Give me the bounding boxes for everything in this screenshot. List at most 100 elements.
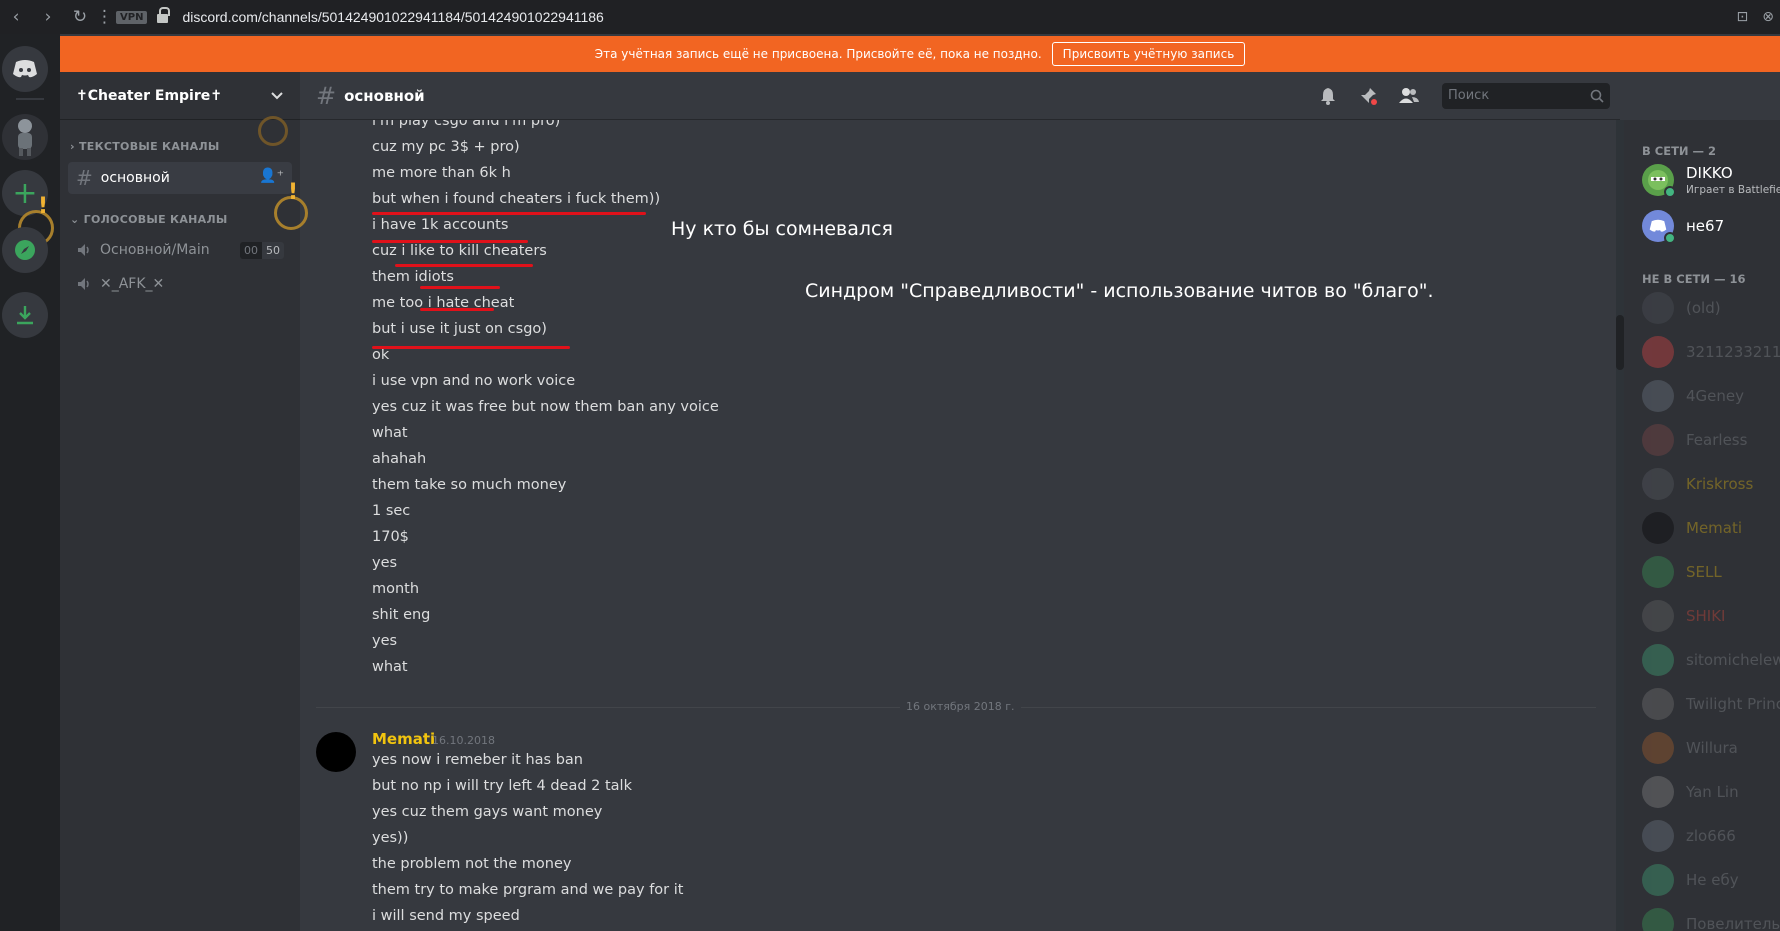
- pin-icon[interactable]: [1358, 86, 1378, 106]
- exclamation-icon: !: [288, 180, 299, 205]
- scrollbar-track[interactable]: [1616, 120, 1624, 931]
- channel-header: # основной Поиск: [300, 72, 1620, 120]
- message-line: yes)): [372, 830, 409, 846]
- member-offline[interactable]: Повелитель: [1642, 904, 1780, 931]
- exclamation-icon: !: [38, 194, 49, 219]
- message-line: yes: [372, 633, 398, 649]
- discord-home-icon[interactable]: [2, 46, 48, 92]
- message-line: what: [372, 659, 408, 675]
- voice-channels-category[interactable]: ⌄ ГОЛОСОВЫЕ КАНАЛЫ: [64, 213, 228, 226]
- banner-text: Эта учётная запись ещё не присвоена. При…: [594, 47, 1042, 61]
- camera-icon[interactable]: ⊡: [1737, 9, 1749, 25]
- scrollbar-thumb[interactable]: [1616, 315, 1624, 370]
- member-ne67[interactable]: не67: [1642, 206, 1780, 246]
- server-header[interactable]: ✝Cheater Empire✝: [60, 72, 300, 120]
- member-list-icon[interactable]: [1398, 86, 1420, 106]
- server-name: ✝Cheater Empire✝: [76, 87, 222, 104]
- member-offline[interactable]: SELL: [1642, 552, 1780, 592]
- download-apps-icon[interactable]: [2, 292, 48, 338]
- hash-icon: #: [76, 166, 93, 190]
- member-name: Fearless: [1686, 431, 1748, 449]
- message-line: them take so much money: [372, 477, 567, 493]
- invite-icon[interactable]: 👤⁺: [259, 168, 284, 184]
- avatar: [1642, 164, 1676, 198]
- member-name: Yan Lin: [1686, 783, 1739, 801]
- message-line: ok: [372, 347, 390, 363]
- message-line: but no np i will try left 4 dead 2 talk: [372, 778, 632, 794]
- message-line: month: [372, 581, 420, 597]
- message-line: cuz i like to kill cheaters: [372, 243, 547, 259]
- close-tab-icon[interactable]: ⊗: [1762, 9, 1774, 25]
- member-offline[interactable]: (old): [1642, 288, 1780, 328]
- message-author[interactable]: Memati: [372, 730, 435, 748]
- member-offline[interactable]: Memati: [1642, 508, 1780, 548]
- lock-icon[interactable]: [157, 7, 171, 23]
- member-name: Twilight Princ: [1686, 695, 1780, 713]
- member-offline[interactable]: sitomichelewe: [1642, 640, 1780, 680]
- message-line: 1 sec: [372, 503, 411, 519]
- channel-osnovnoy[interactable]: # основной 👤⁺: [68, 162, 292, 194]
- voice-channel-main[interactable]: Основной/Main 00 50: [68, 234, 292, 266]
- avatar[interactable]: [316, 732, 356, 772]
- bell-icon[interactable]: [1318, 86, 1338, 106]
- message-line: what: [372, 425, 408, 441]
- message-line: i will send my speed: [372, 908, 520, 924]
- member-offline[interactable]: Yan Lin: [1642, 772, 1780, 812]
- more-icon[interactable]: ⋮: [96, 7, 113, 27]
- member-name: Willura: [1686, 739, 1738, 757]
- member-offline[interactable]: Willura: [1642, 728, 1780, 768]
- vpn-badge[interactable]: VPN: [116, 10, 148, 24]
- avatar: [1642, 732, 1674, 764]
- member-offline[interactable]: Kriskross: [1642, 464, 1780, 504]
- message-line: yes cuz them gays want money: [372, 804, 603, 820]
- member-name: SHIKI: [1686, 607, 1726, 625]
- red-underline: [395, 264, 533, 267]
- member-name: Повелитель: [1686, 915, 1780, 931]
- member-offline[interactable]: Не ебу: [1642, 860, 1780, 900]
- annotation-text: Синдром "Справедливости" - использование…: [805, 280, 1434, 302]
- member-name: не67: [1686, 217, 1725, 235]
- member-offline[interactable]: Fearless: [1642, 420, 1780, 460]
- forward-icon[interactable]: ›: [32, 7, 64, 27]
- member-name: 321123321123: [1686, 343, 1780, 361]
- rail-separator: [16, 98, 44, 100]
- search-input[interactable]: Поиск: [1442, 83, 1610, 109]
- server-avatar-icon[interactable]: [2, 114, 48, 160]
- explore-servers-icon[interactable]: [2, 227, 48, 273]
- avatar: [1642, 820, 1674, 852]
- channel-title: основной: [344, 86, 425, 105]
- message-line: yes: [372, 555, 398, 571]
- address-bar[interactable]: discord.com/channels/501424901022941184/…: [182, 9, 603, 25]
- hash-icon: #: [316, 81, 337, 110]
- message-line: but i use it just on csgo): [372, 321, 547, 337]
- member-offline[interactable]: Twilight Princ: [1642, 684, 1780, 724]
- browser-toolbar: ‹ › ↻ ⋮ VPN discord.com/channels/5014249…: [0, 0, 1780, 34]
- date-divider-label: 16 октября 2018 г.: [900, 700, 1021, 713]
- member-offline[interactable]: 321123321123: [1642, 332, 1780, 372]
- member-dikko[interactable]: DIKKO Играет в Battlefield: [1642, 160, 1780, 200]
- text-channels-category[interactable]: › ТЕКСТОВЫЕ КАНАЛЫ: [64, 140, 220, 153]
- back-icon[interactable]: ‹: [0, 7, 32, 27]
- user-limit-badge: 00 50: [240, 242, 284, 259]
- chevron-down-icon[interactable]: [270, 91, 284, 101]
- reload-icon[interactable]: ↻: [64, 7, 96, 27]
- avatar: [1642, 468, 1674, 500]
- voice-channel-afk[interactable]: ✕_AFK_✕: [68, 268, 292, 300]
- avatar: [1642, 908, 1674, 931]
- member-offline[interactable]: 4Geney: [1642, 376, 1780, 416]
- avatar: [1642, 556, 1674, 588]
- member-name: zlo666: [1686, 827, 1736, 845]
- message-line: them idiots: [372, 269, 454, 285]
- member-offline[interactable]: zlo666: [1642, 816, 1780, 856]
- member-offline[interactable]: SHIKI: [1642, 596, 1780, 636]
- highlight-circle: [258, 116, 288, 146]
- red-underline: [372, 240, 528, 243]
- speaker-icon: [78, 244, 89, 256]
- claim-account-button[interactable]: Присвоить учётную запись: [1051, 42, 1246, 66]
- message-line: cuz my pc 3$ + pro): [372, 139, 520, 155]
- channel-name: Основной/Main: [100, 242, 210, 258]
- member-name: Kriskross: [1686, 475, 1754, 493]
- member-name: (old): [1686, 299, 1721, 317]
- channel-name: ✕_AFK_✕: [100, 276, 165, 292]
- member-list: В СЕТИ — 2 DIKKO Играет в Battlefield не…: [1624, 120, 1780, 931]
